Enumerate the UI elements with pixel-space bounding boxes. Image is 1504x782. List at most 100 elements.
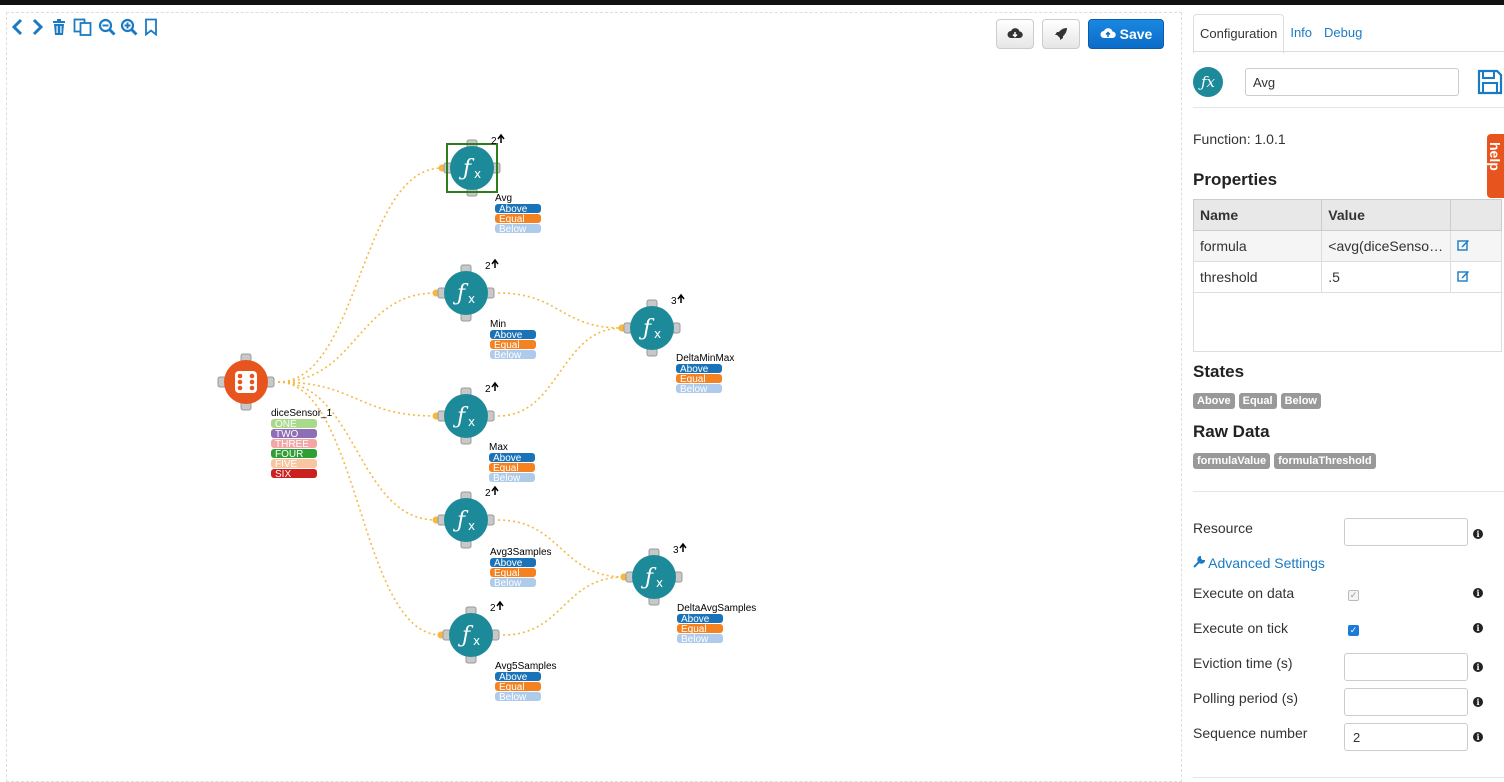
polling-period-label: Polling period (s) — [1193, 690, 1299, 706]
link-sensor-avg — [277, 167, 443, 383]
wrench-icon — [1193, 555, 1206, 568]
sensor-state-tag-label: SIX — [275, 469, 291, 480]
fx-icon-x: x — [474, 167, 481, 181]
states-badges: Above Equal Below — [1193, 393, 1321, 409]
execute-on-data-label: Execute on data — [1193, 585, 1295, 601]
raw-data-badge: formulaValue — [1193, 453, 1271, 469]
sequence-number-input[interactable] — [1344, 723, 1468, 751]
function-node-dmm[interactable] — [630, 306, 674, 350]
help-label: help — [1487, 142, 1503, 171]
output-count: 3 — [673, 545, 679, 556]
function-label: Min — [490, 319, 506, 330]
polling-period-input[interactable] — [1344, 688, 1468, 716]
function-state-tag-label: Below — [499, 224, 527, 235]
function-state-tag-label: Below — [493, 473, 521, 484]
help-tab[interactable]: help — [1487, 134, 1504, 198]
node-name-input[interactable] — [1245, 68, 1459, 96]
info-icon[interactable]: i — [1473, 529, 1483, 539]
config-panel: Configuration Info Debug ƒx Function: 1.… — [1183, 12, 1504, 782]
fx-icon-x: x — [468, 292, 475, 306]
save-disk-icon[interactable] — [1477, 69, 1503, 95]
dice-pip — [249, 385, 255, 391]
info-icon[interactable]: i — [1473, 697, 1483, 707]
function-node-das[interactable] — [632, 555, 676, 599]
resource-input[interactable] — [1344, 518, 1468, 546]
function-state-tag-label: Below — [494, 578, 522, 589]
column-header-value: Value — [1321, 199, 1452, 231]
function-node-min[interactable] — [444, 271, 488, 315]
tab-configuration[interactable]: Configuration — [1193, 14, 1285, 54]
info-icon[interactable]: i — [1473, 588, 1483, 598]
property-value: .5 — [1321, 261, 1452, 293]
fx-icon-x: x — [656, 576, 663, 590]
function-node-avg3[interactable] — [444, 498, 488, 542]
info-icon[interactable]: i — [1473, 662, 1483, 672]
properties-title: Properties — [1193, 170, 1278, 189]
table-row: formula <avg(diceSensor... — [1192, 230, 1502, 262]
state-badge: Above — [1193, 393, 1235, 409]
states-title: States — [1193, 362, 1245, 381]
dice-pip — [249, 379, 255, 385]
tab-debug[interactable]: Debug — [1318, 14, 1368, 52]
execute-on-data-checkbox[interactable]: ✓ — [1348, 590, 1359, 601]
resource-label: Resource — [1193, 520, 1253, 536]
function-node-avg5[interactable] — [449, 613, 493, 657]
function-label: Avg3Samples — [490, 547, 552, 558]
sequence-number-label: Sequence number — [1193, 725, 1308, 741]
property-value: <avg(diceSensor... — [1321, 230, 1452, 262]
execute-on-tick-label: Execute on tick — [1193, 620, 1288, 636]
table-row: threshold .5 — [1192, 261, 1502, 293]
dice-pip — [237, 379, 243, 385]
function-version: Function: 1.0.1 — [1193, 131, 1286, 147]
function-label: DeltaAvgSamples — [677, 603, 756, 614]
eviction-time-input[interactable] — [1344, 653, 1468, 681]
state-badge: Below — [1280, 393, 1321, 409]
tabs-divider — [1193, 51, 1504, 52]
eviction-time-label: Eviction time (s) — [1193, 655, 1293, 671]
function-label: Avg — [495, 193, 512, 204]
advanced-settings-label: Advanced Settings — [1208, 555, 1325, 571]
table-header-row: Name Value — [1192, 199, 1502, 231]
empty-cell — [1193, 292, 1502, 352]
fx-icon-x: x — [473, 634, 480, 648]
property-name: threshold — [1192, 261, 1323, 293]
output-arrow-icon — [679, 542, 687, 552]
output-count: 2 — [485, 261, 491, 272]
execute-on-tick-checkbox[interactable]: ✓ — [1348, 625, 1359, 636]
property-name: formula — [1192, 230, 1323, 262]
tab-info[interactable]: Info — [1284, 14, 1318, 52]
output-arrow-icon — [497, 133, 505, 143]
output-count: 2 — [491, 136, 497, 147]
link-min-dmm — [497, 292, 623, 329]
dice-sensor-label: diceSensor_1 — [271, 408, 333, 419]
edit-icon[interactable] — [1450, 230, 1502, 262]
output-arrow-icon — [496, 600, 504, 610]
dice-pip — [237, 373, 243, 379]
function-state-tag-label: Below — [681, 634, 709, 645]
function-node-avg[interactable] — [450, 146, 494, 190]
state-badge: Equal — [1238, 393, 1277, 409]
table-empty-row — [1193, 292, 1502, 352]
panel-tabs: Configuration Info Debug — [1193, 14, 1368, 54]
dice-pip — [237, 385, 243, 391]
info-icon[interactable]: i — [1473, 623, 1483, 633]
function-label: Max — [489, 442, 508, 453]
raw-data-badges: formulaValue formulaThreshold — [1193, 453, 1376, 469]
raw-data-badge: formulaThreshold — [1274, 453, 1376, 469]
function-state-tag-label: Below — [494, 350, 522, 361]
info-icon[interactable]: i — [1473, 732, 1483, 742]
output-arrow-icon — [491, 485, 499, 495]
function-state-tag-label: Below — [499, 692, 527, 703]
column-header-name: Name — [1192, 199, 1323, 231]
output-count: 2 — [490, 603, 496, 614]
flow-graph: diceSensor_1ONETWOTHREEFOURFIVESIXƒ x2Avg… — [217, 133, 756, 703]
divider — [1193, 777, 1504, 778]
fx-icon-x: x — [468, 519, 475, 533]
divider — [1193, 491, 1504, 492]
output-count: 2 — [485, 384, 491, 395]
edit-icon[interactable] — [1450, 261, 1502, 293]
output-count: 3 — [671, 296, 677, 307]
function-node-max[interactable] — [444, 394, 488, 438]
output-count: 2 — [485, 488, 491, 499]
advanced-settings-link[interactable]: Advanced Settings — [1193, 555, 1325, 571]
